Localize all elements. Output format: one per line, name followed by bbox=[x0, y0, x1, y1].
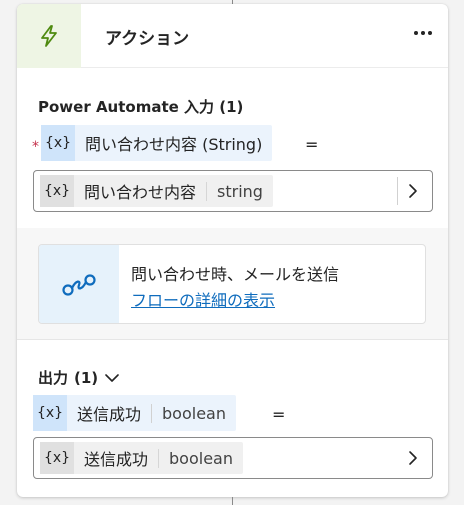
outputs-count: (1) bbox=[74, 368, 99, 387]
output-value-field[interactable]: {x} 送信成功 boolean bbox=[33, 437, 433, 479]
chevron-right-icon[interactable] bbox=[404, 182, 422, 200]
card-header: アクション bbox=[17, 4, 448, 68]
flow-connector-bottom bbox=[232, 497, 233, 505]
field-divider bbox=[397, 177, 398, 205]
lightning-icon bbox=[17, 4, 81, 68]
flow-card: 問い合わせ時、メールを送信 フローの詳細の表示 bbox=[38, 244, 426, 324]
output-value-token[interactable]: {x} 送信成功 boolean bbox=[40, 442, 243, 474]
output-parameter-type: boolean bbox=[151, 403, 236, 423]
action-node-card[interactable]: アクション Power Automate 入力 (1) * {x} 問い合わせ内… bbox=[17, 4, 448, 497]
outputs-title: 出力 bbox=[38, 369, 69, 387]
chevron-down-icon bbox=[105, 373, 119, 382]
output-value-label: 送信成功 bbox=[84, 450, 149, 469]
variable-icon: {x} bbox=[33, 395, 67, 431]
card-title: アクション bbox=[105, 29, 190, 49]
output-parameter-label: 送信成功 bbox=[77, 405, 142, 424]
input-value-token[interactable]: {x} 問い合わせ内容 string bbox=[40, 175, 273, 207]
input-value-field[interactable]: {x} 問い合わせ内容 string bbox=[33, 170, 433, 212]
output-equals: = bbox=[272, 405, 286, 424]
flow-info-area: 問い合わせ時、メールを送信 フローの詳細の表示 bbox=[17, 228, 448, 340]
chevron-right-icon[interactable] bbox=[404, 449, 422, 467]
more-options-button[interactable] bbox=[412, 22, 434, 44]
output-parameter[interactable]: {x} 送信成功 boolean bbox=[33, 395, 236, 431]
flow-details-link[interactable]: フローの詳細の表示 bbox=[131, 287, 275, 311]
inputs-count: (1) bbox=[219, 98, 244, 116]
inputs-title: Power Automate 入力 bbox=[38, 98, 215, 116]
variable-icon: {x} bbox=[40, 442, 74, 474]
flow-name: 問い合わせ時、メールを送信 bbox=[131, 265, 340, 284]
input-value-type: string bbox=[206, 181, 273, 201]
input-equals: = bbox=[305, 135, 319, 154]
input-parameter[interactable]: {x} 問い合わせ内容 (String) bbox=[41, 125, 273, 161]
more-dots-icon bbox=[414, 31, 432, 35]
variable-icon: {x} bbox=[41, 125, 75, 161]
input-parameter-label: 問い合わせ内容 (String) bbox=[85, 135, 263, 154]
flow-icon bbox=[39, 245, 119, 323]
variable-icon: {x} bbox=[40, 175, 74, 207]
input-value-label: 問い合わせ内容 bbox=[84, 183, 197, 202]
outputs-section-toggle[interactable]: 出力 (1) bbox=[38, 367, 120, 388]
inputs-section-title: Power Automate 入力 (1) bbox=[38, 96, 243, 117]
output-value-type: boolean bbox=[158, 448, 243, 468]
required-marker: * bbox=[32, 139, 39, 155]
